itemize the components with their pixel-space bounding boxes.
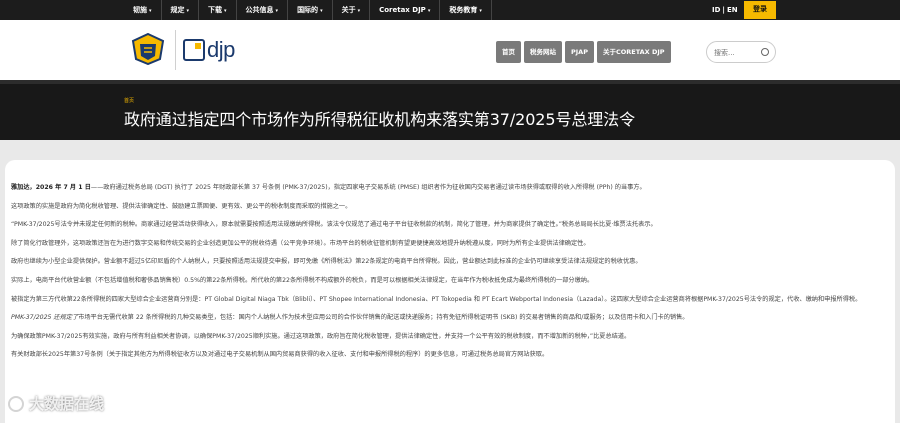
article-paragraph: 政府也继续为小型企业提供保护。营业额不超过5亿印尼盾的个人纳税人，只要按照适用法… [11,258,642,266]
header-menu: 首页 税务网站 PJAP 关于CORETAX DJP [496,41,671,63]
login-button[interactable]: 登录 [744,1,776,19]
menu-about-coretax-button[interactable]: 关于CORETAX DJP [596,41,671,63]
nav-item-label: 国际的 [297,6,319,14]
menu-home-button[interactable]: 首页 [496,41,521,63]
breadcrumb[interactable]: 首页 [124,97,134,104]
chevron-down-icon: ▾ [427,8,431,14]
lang-separator: | [722,6,725,14]
nav-item-about[interactable]: 关于 ▾ [333,0,371,20]
nav-item-regulations[interactable]: 规定 ▾ [162,0,200,20]
article-paragraph: 雅加达，2026 年 7 月 1 日——政府通过税务总局 (DGT) 执行了 2… [11,183,881,193]
chevron-down-icon: ▾ [320,8,323,14]
article-paragraph-text: 市场平台无需代收第 22 条所得税的几种交易类型，包括：国内个人纳税人作为技术型… [78,314,689,322]
djp-logo-text: djp [207,37,235,62]
article-regulation-ref: PMK-37/2025 还规定了 [11,314,79,322]
menu-tax-website-button[interactable]: 税务网站 [524,41,562,63]
article-body: 雅加达，2026 年 7 月 1 日——政府通过税务总局 (DGT) 执行了 2… [11,183,881,369]
logo-divider [175,30,176,70]
site-header: djp 首页 税务网站 PJAP 关于CORETAX DJP [0,20,900,80]
nav-item-label: 税务教育 [449,6,478,14]
article-paragraph: 被指定为第三方代收第22条所得税的四家大型综合企业运营商分别是：PT Globa… [11,295,862,303]
nav-item-tax-education[interactable]: 税务教育 ▾ [440,0,492,20]
chevron-down-icon: ▾ [275,8,279,14]
nav-item-coretax[interactable]: Coretax DJP ▾ [370,0,441,20]
ministry-emblem-icon[interactable] [131,33,165,65]
chevron-down-icon: ▾ [149,8,152,14]
chevron-down-icon: ▾ [186,8,190,14]
watermark-text: 大数据在线 [29,395,105,413]
nav-item-label: Coretax DJP [379,6,426,14]
nav-item-public-info[interactable]: 公共信息 ▾ [237,0,289,20]
chevron-down-icon: ▾ [479,8,482,14]
nav-item-downloads[interactable]: 下载 ▾ [199,0,237,20]
language-switcher: ID | EN [712,0,738,20]
search-icon[interactable] [761,48,769,56]
djp-logo-mark-icon [183,39,205,61]
djp-logo[interactable]: djp [183,36,235,64]
nav-item-label: 公共信息 [245,6,274,14]
article-paragraph: PMK-37/2025 还规定了市场平台无需代收第 22 条所得税的几种交易类型… [11,313,881,323]
top-nav-menu: 韧施 ▾ 规定 ▾ 下载 ▾ 公共信息 ▾ 国际的 ▾ 关于 ▾ Coretax DJP ▾ … [124,0,492,20]
watermark: 大数据在线 [8,393,104,414]
lang-id-link[interactable]: ID [712,6,720,14]
chevron-down-icon: ▾ [357,8,361,14]
article-paragraph: 实际上，电商平台代收营业额（不包括增值税和奢侈品销售税）0.5%的第22条所得税… [11,276,594,284]
article-dateline: 雅加达，2026 年 7 月 1 日 [11,184,91,191]
article-paragraph: 为确保政策PMK-37/2025有效实施，政府与所有利益相关者协调，以确保PMK… [11,332,631,340]
search-box [706,41,776,63]
nav-item-label: 规定 [170,6,185,14]
nav-item-international[interactable]: 国际的 ▾ [288,0,333,20]
hero-band-top-strip [0,80,900,84]
article-paragraph: 有关财政部长2025年第37号条例（关于指定其他方为所得税征收方以及对通过电子交… [11,351,549,359]
menu-pjap-button[interactable]: PJAP [565,41,594,63]
nav-item-label: 下载 [208,6,223,14]
lang-en-link[interactable]: EN [727,6,738,14]
article-paragraph: “PMK-37/2025号法令并未规定任何新的税种。商家通过经营活动获得收入，原… [11,221,657,229]
nav-item-taxes[interactable]: 韧施 ▾ [124,0,162,20]
nav-item-label: 韧施 [133,6,147,14]
nav-item-label: 关于 [341,6,356,14]
chevron-down-icon: ▾ [224,8,227,14]
watermark-logo-icon [8,395,24,412]
search-input[interactable] [714,46,762,59]
article-paragraph: 这项政策的实施是政府为简化税收管理、提供法律确定性、鼓励建立票固便、更有效、更公… [11,202,352,210]
top-navigation-bar: 韧施 ▾ 规定 ▾ 下载 ▾ 公共信息 ▾ 国际的 ▾ 关于 ▾ Coretax DJP ▾ … [0,0,900,20]
article-paragraph: 除了简化行政管理外，这项政策还旨在为进行数字交易和传统交易的企业创造更加公平的税… [11,239,590,247]
article-paragraph-text: ——政府通过税务总局 (DGT) 执行了 2025 年财政部长第 37 号条例 … [90,184,646,191]
page-title: 政府通过指定四个市场作为所得税征收机构来落实第37/2025号总理法令 [124,110,635,129]
